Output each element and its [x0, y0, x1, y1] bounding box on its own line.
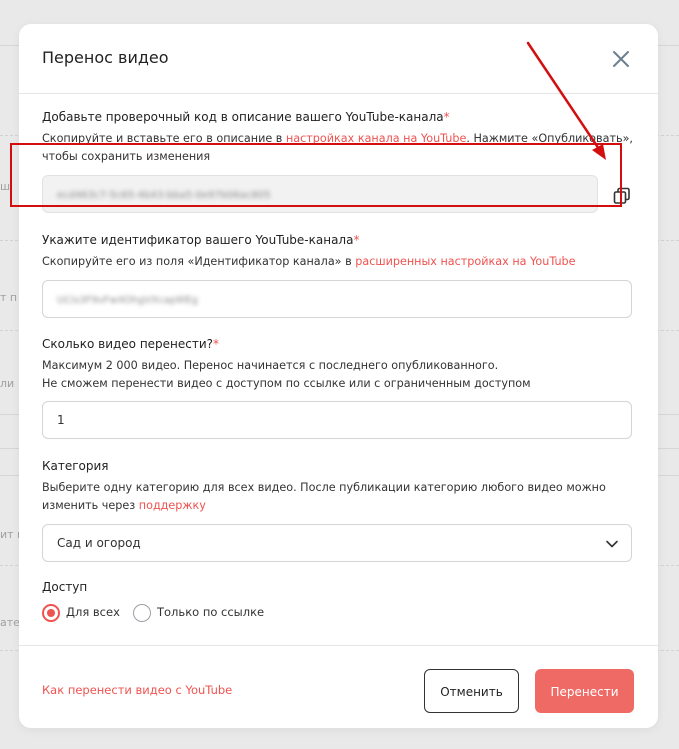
access-radio-link-only[interactable]: [133, 604, 151, 622]
support-link[interactable]: поддержку: [139, 499, 206, 512]
required-mark: *: [443, 110, 450, 124]
advanced-settings-link[interactable]: расширенных настройках на YouTube: [355, 255, 575, 268]
copy-code-button[interactable]: [612, 186, 632, 206]
access-radio-link-only-label[interactable]: Только по ссылке: [157, 605, 264, 619]
count-section-description: Максимум 2 000 видео. Перенос начинается…: [42, 359, 499, 372]
category-section-label: Категория: [42, 459, 109, 473]
count-section-description-line2: Не сможем перенести видео с доступом по …: [42, 377, 531, 390]
category-section-description-line2: изменить через поддержку: [42, 497, 206, 515]
verification-code-value: ecd463c7-5c65-4b43-bba5-0e97b06ac805: [57, 190, 271, 201]
chevron-down-icon: [606, 540, 618, 548]
close-button[interactable]: [611, 49, 631, 69]
code-desc-prefix: Скопируйте и вставьте его в описание в: [42, 132, 286, 145]
access-radio-all[interactable]: [42, 604, 60, 622]
copy-icon: [613, 187, 630, 204]
modal-title: Перенос видео: [42, 48, 169, 67]
channel-id-input[interactable]: UCis3F9vFwXOhgVXcap9lEg: [42, 280, 632, 318]
category-section-description: Выберите одну категорию для всех видео. …: [42, 481, 606, 494]
access-section-label: Доступ: [42, 580, 88, 594]
channel-desc-prefix: Скопируйте его из поля «Идентификатор ка…: [42, 255, 356, 268]
close-icon: [613, 51, 629, 67]
required-mark: *: [353, 233, 360, 247]
category-selected-value: Сад и огород: [57, 536, 141, 550]
cancel-button[interactable]: Отменить: [424, 669, 519, 713]
bg-text-fragment: ш: [0, 180, 11, 193]
code-section-label-text: Добавьте проверочный код в описание ваше…: [42, 110, 444, 124]
channel-section-description: Скопируйте его из поля «Идентификатор ка…: [42, 253, 576, 271]
bg-text-fragment: ли: [0, 377, 15, 390]
channel-settings-link[interactable]: настройках канала на YouTube: [286, 132, 466, 145]
access-radio-all-label[interactable]: Для всех: [66, 605, 120, 619]
channel-id-value: UCis3F9vFwXOhgVXcap9lEg: [57, 295, 198, 306]
channel-section-label-text: Укажите идентификатор вашего YouTube-кан…: [42, 233, 354, 247]
header-divider: [19, 93, 658, 94]
transfer-video-modal: Перенос видео Добавьте проверочный код в…: [19, 24, 658, 728]
code-section-description-line2: чтобы сохранить изменения: [42, 150, 211, 163]
required-mark: *: [213, 337, 220, 351]
category-select[interactable]: Сад и огород: [42, 524, 632, 562]
transfer-button[interactable]: Перенести: [535, 669, 634, 713]
code-desc-suffix: . Нажмите «Опубликовать»,: [466, 132, 633, 145]
video-count-input[interactable]: 1: [42, 401, 632, 439]
verification-code-field: ecd463c7-5c65-4b43-bba5-0e97b06ac805: [42, 175, 598, 213]
bg-text-fragment: т п: [0, 291, 18, 304]
channel-section-label: Укажите идентификатор вашего YouTube-кан…: [42, 233, 359, 247]
count-section-label-text: Сколько видео перенести?: [42, 337, 214, 351]
video-count-value: 1: [57, 413, 65, 427]
category-desc-prefix: изменить через: [42, 499, 139, 512]
footer-divider: [19, 645, 658, 646]
count-section-label: Сколько видео перенести?*: [42, 337, 219, 351]
help-link[interactable]: Как перенести видео с YouTube: [42, 683, 232, 697]
code-section-description: Скопируйте и вставьте его в описание в н…: [42, 130, 633, 148]
bg-text-fragment: ате: [0, 616, 20, 629]
code-section-label: Добавьте проверочный код в описание ваше…: [42, 110, 450, 124]
